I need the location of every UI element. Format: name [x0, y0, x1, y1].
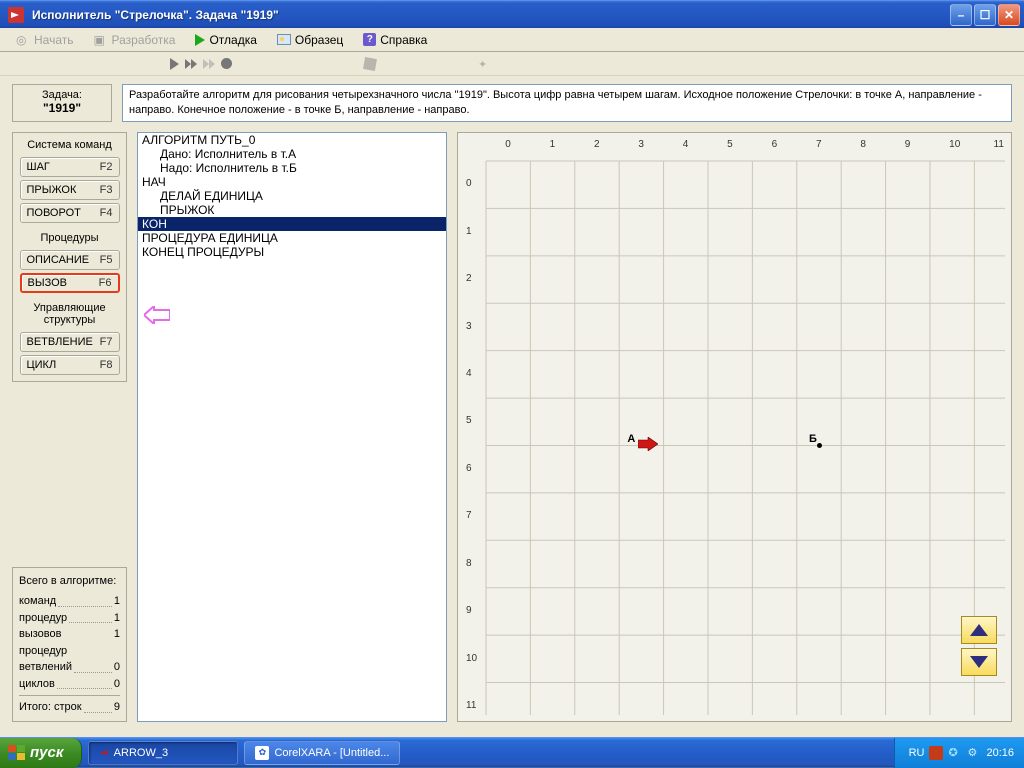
tray-icon-3[interactable]: ⚙	[967, 746, 981, 760]
menu-help[interactable]: ?Справка	[353, 31, 437, 49]
cmd-jump-button[interactable]: ПРЫЖОКF3	[20, 180, 120, 200]
cmd-loop-button[interactable]: ЦИКЛF8	[20, 355, 120, 375]
task-name: "1919"	[19, 101, 105, 115]
code-line: КОНЕЦ ПРОЦЕДУРЫ	[138, 245, 446, 259]
grid-row-label: 4	[466, 368, 472, 379]
grid-col-label: 0	[505, 139, 511, 150]
help-icon: ?	[363, 33, 376, 46]
point-b-label: Б	[809, 433, 817, 445]
grid-row-label: 6	[466, 463, 472, 474]
step-over-icon[interactable]	[203, 59, 215, 69]
code-line: Дано: Исполнитель в т.А	[138, 147, 446, 161]
grid-row-label: 8	[466, 558, 472, 569]
play-icon	[195, 34, 205, 46]
panel-title-commands: Система команд	[27, 139, 112, 151]
grid-canvas[interactable]: А Б 0 1 2 3 4 5 6 7 8 9 10 11 0 1 2 3 4 5 6 7 8 9 10 11	[457, 132, 1012, 722]
panel-title-structs: Управляющие структуры	[17, 302, 122, 326]
executor-arrow-icon	[638, 437, 658, 454]
grid-row-label: 3	[466, 321, 472, 332]
cmd-branch-button[interactable]: ВЕТВЛЕНИЕF7	[20, 332, 120, 352]
cmd-turn-button[interactable]: ПОВОРОТF4	[20, 203, 120, 223]
stats-title: Всего в алгоритме:	[19, 573, 120, 590]
debug-toolbar: ✦	[0, 52, 1024, 76]
clock[interactable]: 20:16	[986, 747, 1014, 759]
window-minimize-button[interactable]: –	[950, 4, 972, 26]
corel-icon: ✿	[255, 746, 269, 760]
tray-icon-2[interactable]: ✪	[948, 746, 962, 760]
reset-icon[interactable]	[363, 57, 377, 71]
grid-col-label: 5	[727, 139, 733, 150]
arrow-app-icon: ➔	[99, 746, 108, 759]
app-icon	[8, 7, 24, 23]
cmd-step-button[interactable]: ШАГF2	[20, 157, 120, 177]
code-editor[interactable]: АЛГОРИТМ ПУТЬ_0 Дано: Исполнитель в т.А …	[137, 132, 447, 722]
grid-row-label: 9	[466, 605, 472, 616]
point-a-label: А	[627, 433, 635, 445]
language-indicator[interactable]: RU	[909, 747, 925, 759]
code-line: НАЧ	[138, 175, 446, 189]
grid-row-label: 7	[466, 510, 472, 521]
grid-col-label: 10	[949, 139, 960, 150]
code-line: АЛГОРИТМ ПУТЬ_0	[138, 133, 446, 147]
grid-col-label: 2	[594, 139, 600, 150]
triangle-up-icon	[970, 624, 988, 636]
menubar: ◎Начать ▣Разработка Отладка Образец ?Спр…	[0, 28, 1024, 52]
grid-col-label: 7	[816, 139, 822, 150]
grid-col-label: 4	[683, 139, 689, 150]
panel-title-procs: Процедуры	[40, 232, 98, 244]
grid-col-label: 1	[550, 139, 556, 150]
code-line: ПРЫЖОК	[138, 203, 446, 217]
grid-row-label: 5	[466, 415, 472, 426]
grid-col-label: 11	[994, 139, 1004, 150]
stats-panel: Всего в алгоритме: команд1 процедур1 выз…	[12, 567, 127, 722]
window-titlebar: Исполнитель "Стрелочка". Задача "1919" –…	[0, 0, 1024, 28]
grid-row-label: 2	[466, 273, 472, 284]
grid-col-label: 8	[860, 139, 866, 150]
windows-logo-icon	[8, 745, 25, 760]
system-tray[interactable]: RU ✪ ⚙ 20:16	[894, 738, 1024, 768]
code-line: ПРОЦЕДУРА ЕДИНИЦА	[138, 231, 446, 245]
task-description: Разработайте алгоритм для рисования четы…	[122, 84, 1012, 122]
misc-icon[interactable]: ✦	[478, 58, 492, 70]
taskbar-app-corel[interactable]: ✿ CorelXARA - [Untitled...	[244, 741, 400, 765]
picture-icon	[277, 34, 291, 45]
menu-start[interactable]: ◎Начать	[6, 31, 84, 49]
menu-develop[interactable]: ▣Разработка	[84, 31, 186, 49]
grid-col-label: 9	[905, 139, 911, 150]
cmd-call-button[interactable]: ВЫЗОВF6	[20, 273, 120, 293]
scroll-up-button[interactable]	[961, 616, 997, 644]
task-label-box: Задача: "1919"	[12, 84, 112, 122]
stop-icon[interactable]	[221, 58, 232, 69]
code-line-selected: КОН	[138, 217, 446, 231]
edit-icon: ▣	[94, 33, 108, 47]
grid-svg	[458, 133, 1011, 721]
window-close-button[interactable]: ✕	[998, 4, 1020, 26]
taskbar: пуск ➔ ARROW_3 ✿ CorelXARA - [Untitled..…	[0, 737, 1024, 767]
run-icon[interactable]	[170, 58, 179, 70]
grid-row-label: 11	[466, 700, 476, 711]
grid-col-label: 6	[772, 139, 778, 150]
grid-row-label: 1	[466, 226, 472, 237]
grid-row-label: 0	[466, 178, 472, 189]
grid-row-label: 10	[466, 653, 477, 664]
tray-icon-1[interactable]	[929, 746, 943, 760]
window-maximize-button[interactable]: ☐	[974, 4, 996, 26]
window-title: Исполнитель "Стрелочка". Задача "1919"	[28, 8, 950, 22]
menu-debug[interactable]: Отладка	[185, 31, 266, 49]
grid-col-label: 3	[638, 139, 644, 150]
start-button[interactable]: пуск	[0, 738, 82, 768]
cmd-describe-button[interactable]: ОПИСАНИЕF5	[20, 250, 120, 270]
taskbar-app-arrow[interactable]: ➔ ARROW_3	[88, 741, 238, 765]
code-line: Надо: Исполнитель в т.Б	[138, 161, 446, 175]
task-label: Задача:	[42, 89, 82, 101]
menu-sample[interactable]: Образец	[267, 31, 353, 49]
commands-panel: Система команд ШАГF2 ПРЫЖОКF3 ПОВОРОТF4 …	[12, 132, 127, 382]
step-icon[interactable]	[185, 59, 197, 69]
scroll-down-button[interactable]	[961, 648, 997, 676]
code-line: ДЕЛАЙ ЕДИНИЦА	[138, 189, 446, 203]
triangle-down-icon	[970, 656, 988, 668]
globe-icon: ◎	[16, 33, 30, 47]
